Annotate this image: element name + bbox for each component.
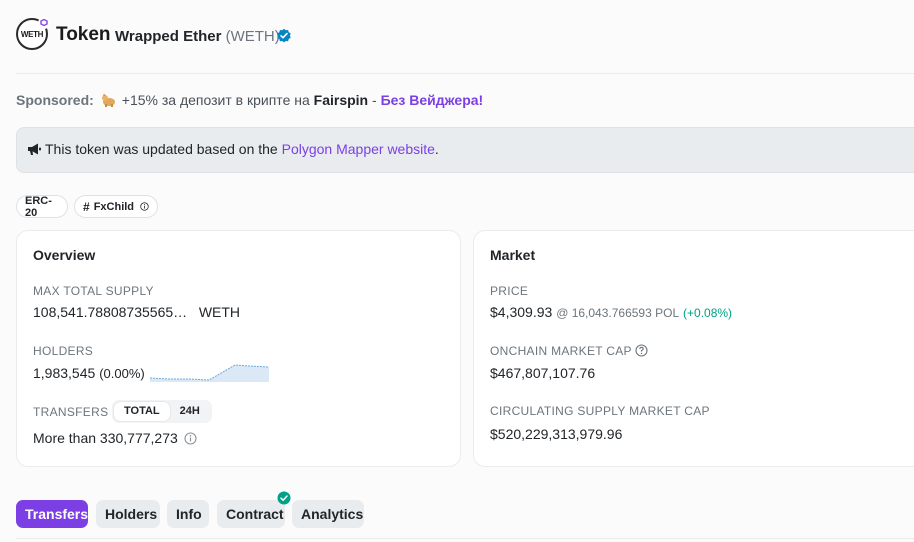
max-supply-unit: WETH	[198, 304, 241, 320]
sponsored-cta-link[interactable]: Без Вейджера!	[381, 92, 484, 108]
fxchild-tag-label: FxChild	[93, 200, 135, 213]
sponsored-label: Sponsored:	[16, 92, 94, 108]
onchain-cap-label-text: ONCHAIN MARKET CAP	[490, 344, 632, 358]
circ-cap-label: CIRCULATING SUPPLY MARKET CAP	[490, 404, 710, 418]
price-change: (+0.08%)	[683, 306, 733, 320]
onchain-cap-label: ONCHAIN MARKET CAP	[490, 344, 648, 358]
sponsored-banner: Sponsored: +15% за депозит в крипте на F…	[16, 92, 483, 108]
sponsored-brand-link[interactable]: Fairspin	[314, 92, 368, 108]
info-icon[interactable]	[184, 432, 197, 445]
tab-info[interactable]: Info	[167, 500, 209, 528]
sponsored-text: +15% за депозит в крипте на	[121, 92, 314, 108]
hash-icon: #	[83, 199, 90, 214]
max-supply-amount: 108,541.78808735565…	[33, 304, 188, 320]
price-value: $4,309.93 @ 16,043.766593 POL (+0.08%)	[490, 304, 732, 320]
price-usd: $4,309.93	[490, 304, 553, 320]
market-title: Market	[490, 247, 536, 263]
verified-contract-icon	[277, 491, 291, 505]
holders-percent: (0.00%)	[99, 366, 145, 381]
alert-period: .	[434, 141, 439, 157]
megaphone-icon	[28, 143, 41, 155]
tab-transfers[interactable]: Transfers	[16, 500, 88, 528]
holders-value: 1,983,545 (0.00%)	[33, 365, 145, 381]
fxchild-tag[interactable]: # FxChild	[74, 195, 158, 218]
price-pol: @ 16,043.766593 POL	[556, 306, 680, 320]
tab-holders[interactable]: Holders	[96, 500, 160, 528]
holders-label: HOLDERS	[33, 344, 94, 358]
info-icon[interactable]	[140, 200, 149, 213]
transfers-label: TRANSFERS	[33, 405, 109, 419]
onchain-cap-value: $467,807,107.76	[490, 365, 596, 381]
page-title: Token	[56, 24, 111, 45]
tab-contract[interactable]: Contract	[217, 500, 285, 528]
max-supply-label: MAX TOTAL SUPPLY	[33, 284, 154, 298]
token-logo-text: WETH	[20, 29, 44, 39]
alert-text: This token was updated based on the	[45, 141, 282, 157]
transfers-24h-option[interactable]: 24H	[170, 402, 210, 421]
circ-cap-value: $520,229,313,979.96	[490, 426, 623, 442]
price-label: PRICE	[490, 284, 529, 298]
token-name: Wrapped Ether (WETH)	[115, 28, 280, 45]
verified-icon[interactable]	[276, 28, 292, 44]
sponsored-separator: -	[368, 92, 381, 108]
overview-title: Overview	[33, 247, 96, 263]
polygon-badge-icon	[38, 17, 50, 29]
token-symbol: (WETH)	[225, 28, 280, 45]
holders-sparkline	[149, 364, 270, 382]
erc20-tag-label: ERC-20	[25, 194, 52, 219]
header-divider	[16, 73, 914, 74]
erc20-tag[interactable]: ERC-20	[16, 194, 68, 219]
tab-analytics[interactable]: Analytics	[292, 500, 364, 528]
transfers-count: More than 330,777,273	[33, 430, 178, 446]
question-icon[interactable]	[635, 344, 648, 357]
max-supply-value: 108,541.78808735565… WETH	[33, 304, 240, 320]
dog-emoji-icon	[101, 93, 115, 107]
transfers-value: More than 330,777,273	[33, 430, 197, 446]
transfers-total-option[interactable]: TOTAL	[114, 402, 170, 421]
transfers-toggle: TOTAL 24H	[112, 400, 212, 423]
tabs-divider	[16, 538, 914, 539]
holders-count: 1,983,545	[33, 365, 96, 381]
polygon-mapper-link[interactable]: Polygon Mapper website	[282, 141, 435, 157]
alert-message: This token was updated based on the Poly…	[45, 141, 439, 157]
token-full-name: Wrapped Ether	[115, 28, 222, 45]
